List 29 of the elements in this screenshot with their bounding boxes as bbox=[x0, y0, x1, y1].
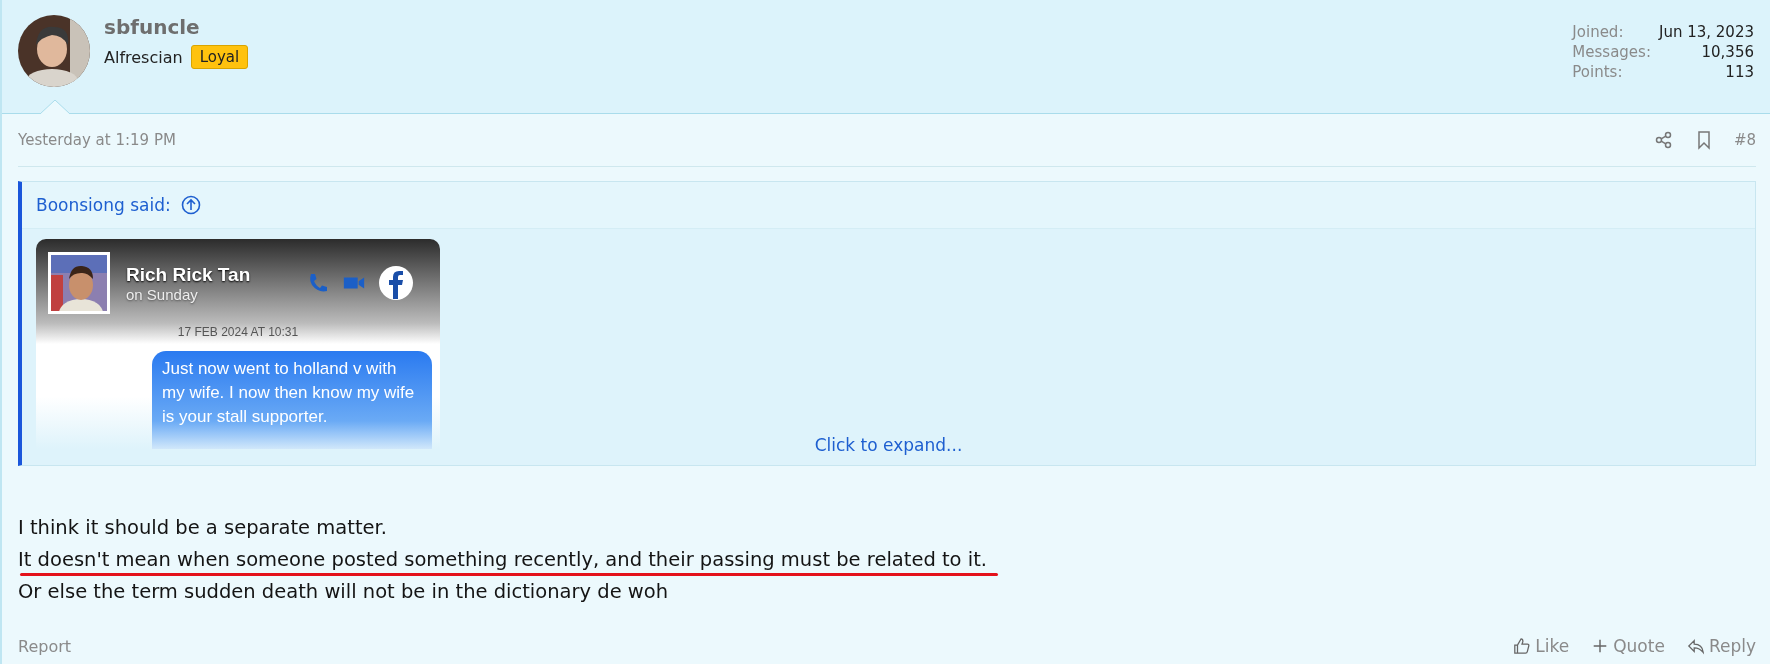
report-link[interactable]: Report bbox=[18, 636, 72, 656]
stat-value: 10,356 bbox=[1700, 43, 1754, 61]
contact-status: on Sunday bbox=[126, 285, 199, 303]
stat-label: Points: bbox=[1572, 63, 1624, 81]
user-badge: Loyal bbox=[190, 45, 249, 69]
stat-label: Messages: bbox=[1572, 43, 1651, 61]
facebook-icon bbox=[378, 265, 414, 301]
thumbs-up-icon bbox=[1513, 637, 1532, 655]
username[interactable]: sbfuncle bbox=[104, 15, 249, 39]
stat-value: 113 bbox=[1724, 63, 1754, 81]
stat-label: Joined: bbox=[1572, 23, 1625, 41]
post-text: I think it should be a separate matter. bbox=[18, 516, 387, 539]
reply-button[interactable]: Reply bbox=[1686, 636, 1756, 656]
contact-name: Rich Rick Tan bbox=[126, 263, 252, 286]
post-number[interactable]: #8 bbox=[1733, 131, 1756, 149]
expand-link[interactable]: Click to expand... bbox=[814, 435, 963, 455]
like-button[interactable]: Like bbox=[1513, 636, 1570, 656]
post-text: It doesn't mean when someone posted something recently, and their passing must be related to it. bbox=[18, 548, 987, 571]
reply-icon bbox=[1686, 637, 1705, 655]
post-time[interactable]: Yesterday at 1:19 PM bbox=[18, 131, 176, 149]
user-title: Alfrescian bbox=[104, 47, 183, 67]
quote-attribution[interactable]: Boonsiong said: bbox=[36, 195, 171, 215]
post-text: Or else the term sudden death will not be in the dictionary de woh bbox=[18, 580, 669, 603]
message-bubble: Just now went to holland v with my wife. I now then know my wife is your stall supporter. bbox=[152, 351, 432, 449]
message-date: 17 FEB 2024 AT 10:31 bbox=[176, 325, 300, 339]
arrow-up-icon[interactable] bbox=[180, 195, 201, 215]
share-icon[interactable] bbox=[1653, 130, 1674, 150]
quote-button[interactable]: Quote bbox=[1591, 636, 1665, 656]
stat-value: Jun 13, 2023 bbox=[1659, 23, 1754, 41]
